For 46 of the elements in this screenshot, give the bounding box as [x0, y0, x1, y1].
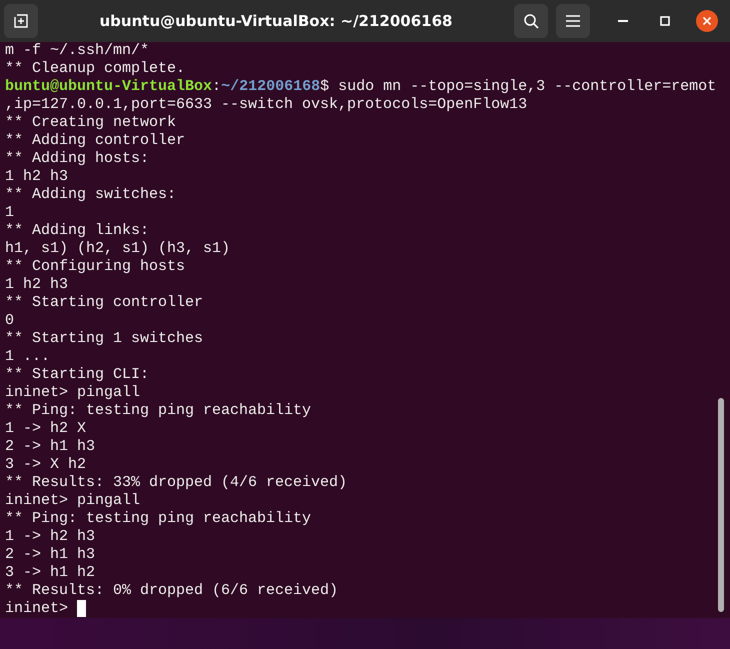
menu-icon [566, 15, 580, 27]
terminal-line: ** Ping: testing ping reachability [5, 402, 312, 419]
terminal-line: 1 -> h2 X [5, 420, 86, 437]
maximize-icon [660, 16, 670, 26]
terminal-line: m -f ~/.ssh/mn/* [5, 42, 150, 59]
terminal-line: ,ip=127.0.0.1,port=6633 --switch ovsk,protocols=OpenFlow13 [5, 96, 528, 113]
terminal-line: 1 ... [5, 348, 50, 365]
terminal-line: ** Adding switches: [5, 186, 176, 203]
terminal-line: ** Starting controller [5, 294, 204, 311]
scrollbar-thumb[interactable] [718, 398, 724, 612]
terminal-line: 1 [5, 204, 14, 221]
command-text: $ sudo mn --topo=single,3 --controller=remot [320, 78, 716, 95]
terminal-line: 3 -> X h2 [5, 456, 86, 473]
close-icon [696, 10, 718, 32]
terminal-line: ** Ping: testing ping reachability [5, 510, 312, 527]
prompt-separator: : [212, 78, 222, 95]
terminal-line: ** Cleanup complete. [5, 60, 186, 77]
terminal-line: ininet> [5, 600, 68, 617]
new-tab-button[interactable] [4, 4, 38, 38]
prompt-path: ~/212006168 [221, 78, 320, 95]
minimize-icon [618, 20, 628, 22]
terminal-line: ** Starting CLI: [5, 366, 150, 383]
terminal-line: ** Adding controller [5, 132, 186, 149]
terminal-line: ininet> pingall [5, 492, 140, 509]
terminal-line: ** Starting 1 switches [5, 330, 204, 347]
terminal-line: ** Creating network [5, 114, 176, 131]
terminal-line: ** Results: 0% dropped (6/6 received) [5, 582, 338, 599]
terminal-line: 0 [5, 312, 14, 329]
terminal-line: 2 -> h1 h3 [5, 438, 96, 455]
terminal-line: 1 -> h2 h3 [5, 528, 96, 545]
terminal-line: ** Configuring hosts [5, 258, 186, 275]
terminal-line: 1 h2 h3 [5, 168, 68, 185]
new-tab-icon [13, 13, 29, 29]
terminal-line: ** Adding hosts: [5, 150, 150, 167]
terminal-line: ininet> pingall [5, 384, 140, 401]
terminal-line: 1 h2 h3 [5, 276, 68, 293]
terminal-line: ** Adding links: [5, 222, 150, 239]
terminal-line: h1, s1) (h2, s1) (h3, s1) [5, 240, 230, 257]
prompt-user-host: buntu@ubuntu-VirtualBox [5, 78, 212, 95]
search-button[interactable] [514, 4, 548, 38]
terminal-line: 3 -> h1 h2 [5, 564, 96, 581]
menu-button[interactable] [556, 4, 590, 38]
terminal-line: 2 -> h1 h3 [5, 546, 96, 563]
search-icon [523, 13, 539, 29]
terminal-line: ** Results: 33% dropped (4/6 received) [5, 474, 348, 491]
window-title: ubuntu@ubuntu-VirtualBox: ~/212006168 [98, 10, 454, 32]
